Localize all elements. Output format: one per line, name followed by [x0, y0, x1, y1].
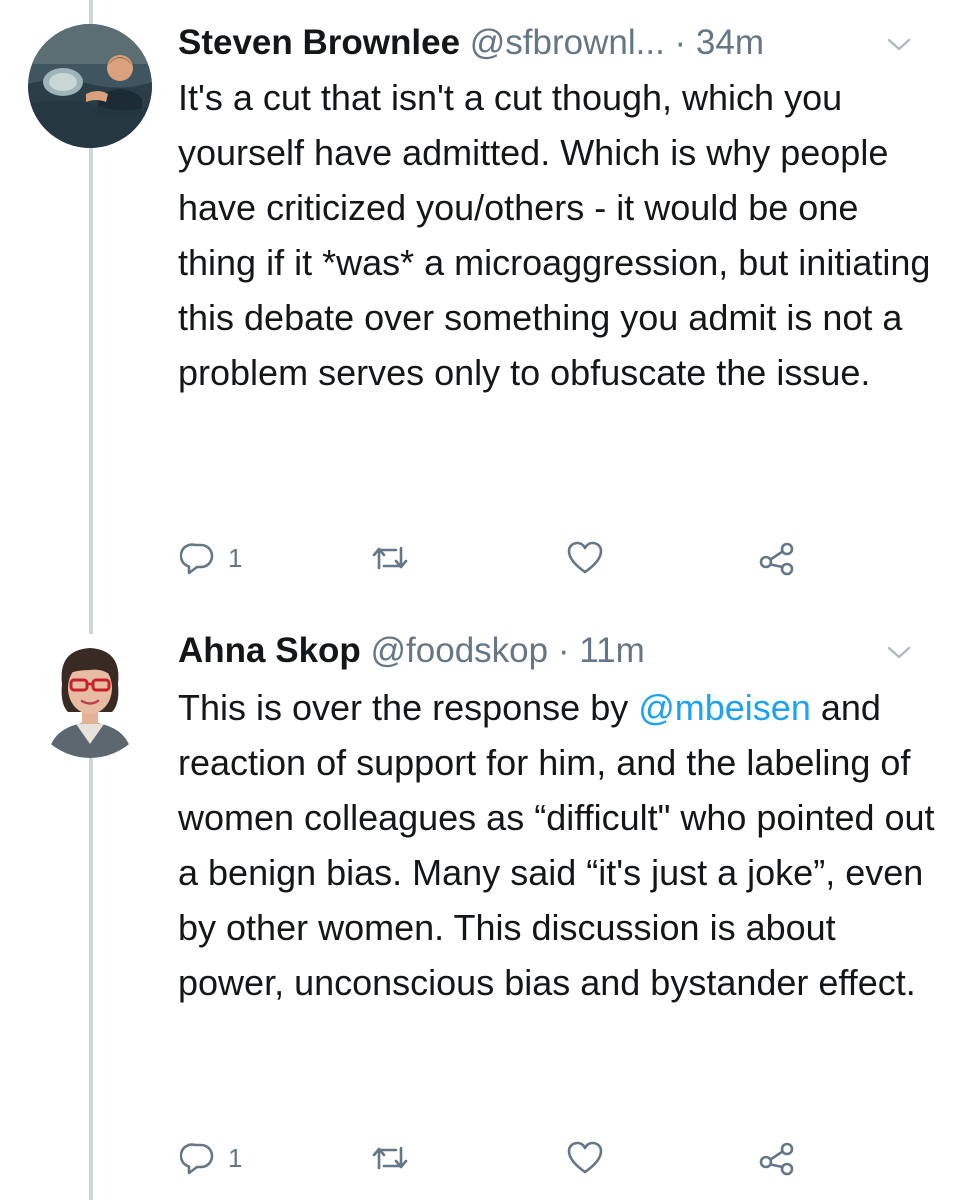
retweet-button[interactable]: [370, 1136, 410, 1180]
avatar-woman-glasses-icon: [28, 634, 152, 758]
heart-icon: [567, 541, 603, 574]
reply-icon: [180, 1143, 214, 1175]
author-handle[interactable]: @foodskop: [371, 631, 549, 670]
mention-link[interactable]: @mbeisen: [638, 687, 811, 728]
avatar[interactable]: [28, 634, 152, 758]
reply-button[interactable]: 1: [180, 536, 242, 580]
retweet-button[interactable]: [370, 536, 410, 580]
reply-count: 1: [228, 1142, 243, 1173]
avatar[interactable]: [28, 24, 152, 148]
tweet-text-end: and reaction of support for him, and the…: [178, 687, 935, 1003]
like-button[interactable]: [566, 536, 604, 580]
tweet-text: It's a cut that isn't a cut though, whic…: [178, 77, 931, 393]
chevron-down-icon[interactable]: [885, 638, 913, 666]
tweet-time[interactable]: · 11m: [558, 631, 645, 670]
tweet-time[interactable]: · 34m: [675, 23, 764, 62]
author-name[interactable]: Steven Brownlee: [178, 23, 460, 62]
author-name[interactable]: Ahna Skop: [178, 631, 361, 670]
author-handle[interactable]: @sfbrownl...: [470, 23, 665, 62]
tweet-header: Ahna Skop @foodskop · 11m: [178, 628, 913, 674]
tweet[interactable]: Ahna Skop @foodskop · 11m This is over t…: [0, 600, 953, 1200]
tweet-header: Steven Brownlee @sfbrownl... · 34m: [178, 20, 913, 66]
reply-icon: [180, 543, 214, 575]
tweet-text-start: This is over the response by: [178, 687, 639, 728]
share-button[interactable]: [758, 536, 796, 580]
tweet-actions: 1: [178, 536, 858, 580]
heart-icon: [567, 1141, 603, 1174]
share-icon: [759, 1142, 794, 1176]
chevron-down-icon[interactable]: [885, 30, 913, 58]
share-button[interactable]: [758, 1136, 796, 1180]
like-button[interactable]: [566, 1136, 604, 1180]
tweet[interactable]: Steven Brownlee @sfbrownl... · 34m It's …: [0, 0, 953, 600]
retweet-icon: [372, 546, 408, 570]
avatar-swimmer-icon: [28, 24, 152, 148]
tweet-actions: 1: [178, 1136, 858, 1180]
reply-count: 1: [228, 542, 243, 573]
reply-button[interactable]: 1: [180, 1136, 242, 1180]
retweet-icon: [372, 1146, 408, 1170]
tweet-text: This is over the response by @mbeisen an…: [178, 680, 938, 1010]
share-icon: [759, 542, 794, 576]
